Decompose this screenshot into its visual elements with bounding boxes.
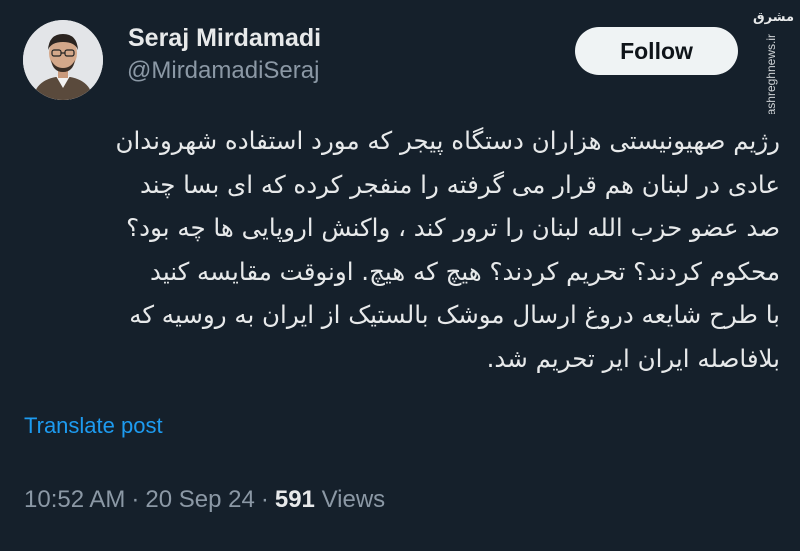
views-count[interactable]: 591 [275, 486, 315, 513]
avatar-photo [23, 20, 103, 100]
tweet-line: عادی در لبنان هم قرار می گرفته را منفجر … [139, 169, 780, 199]
author-avatar[interactable] [23, 20, 103, 100]
tweet-time[interactable]: 10:52 AM [24, 486, 125, 513]
tweet-meta: 10:52 AM · 20 Sep 24 · 591 Views [24, 486, 385, 514]
watermark-logo: مشرق [753, 10, 794, 25]
tweet-date[interactable]: 20 Sep 24 [145, 486, 254, 513]
tweet-line: محکوم کردند؟ تحریم کردند؟ هیچ که هیچ. او… [149, 256, 780, 286]
tweet-line: صد عضو حزب الله لبنان را ترور کند ، واکن… [126, 213, 780, 243]
tweet-text: رژیم صهیونیستی هزاران دستگاه پیجر که مور… [20, 119, 780, 381]
tweet-line: با طرح شایعه دروغ ارسال موشک بالستیک از … [129, 300, 780, 330]
author-name[interactable]: Seraj Mirdamadi [128, 24, 321, 53]
meta-separator: · [260, 486, 269, 513]
views-label[interactable]: Views [322, 486, 386, 513]
meta-separator: · [131, 486, 140, 513]
translate-post-link[interactable]: Translate post [24, 413, 163, 439]
tweet-line: بلافاصله ایران ایر تحریم شد. [486, 343, 780, 373]
watermark-url: mashreghnews.ir [764, 34, 778, 114]
follow-button[interactable]: Follow [575, 27, 738, 75]
tweet-line: رژیم صهیونیستی هزاران دستگاه پیجر که مور… [115, 126, 780, 155]
author-handle[interactable]: @MirdamadiSeraj [127, 57, 319, 85]
watermark: مشرق mashreghnews.ir [742, 4, 798, 114]
